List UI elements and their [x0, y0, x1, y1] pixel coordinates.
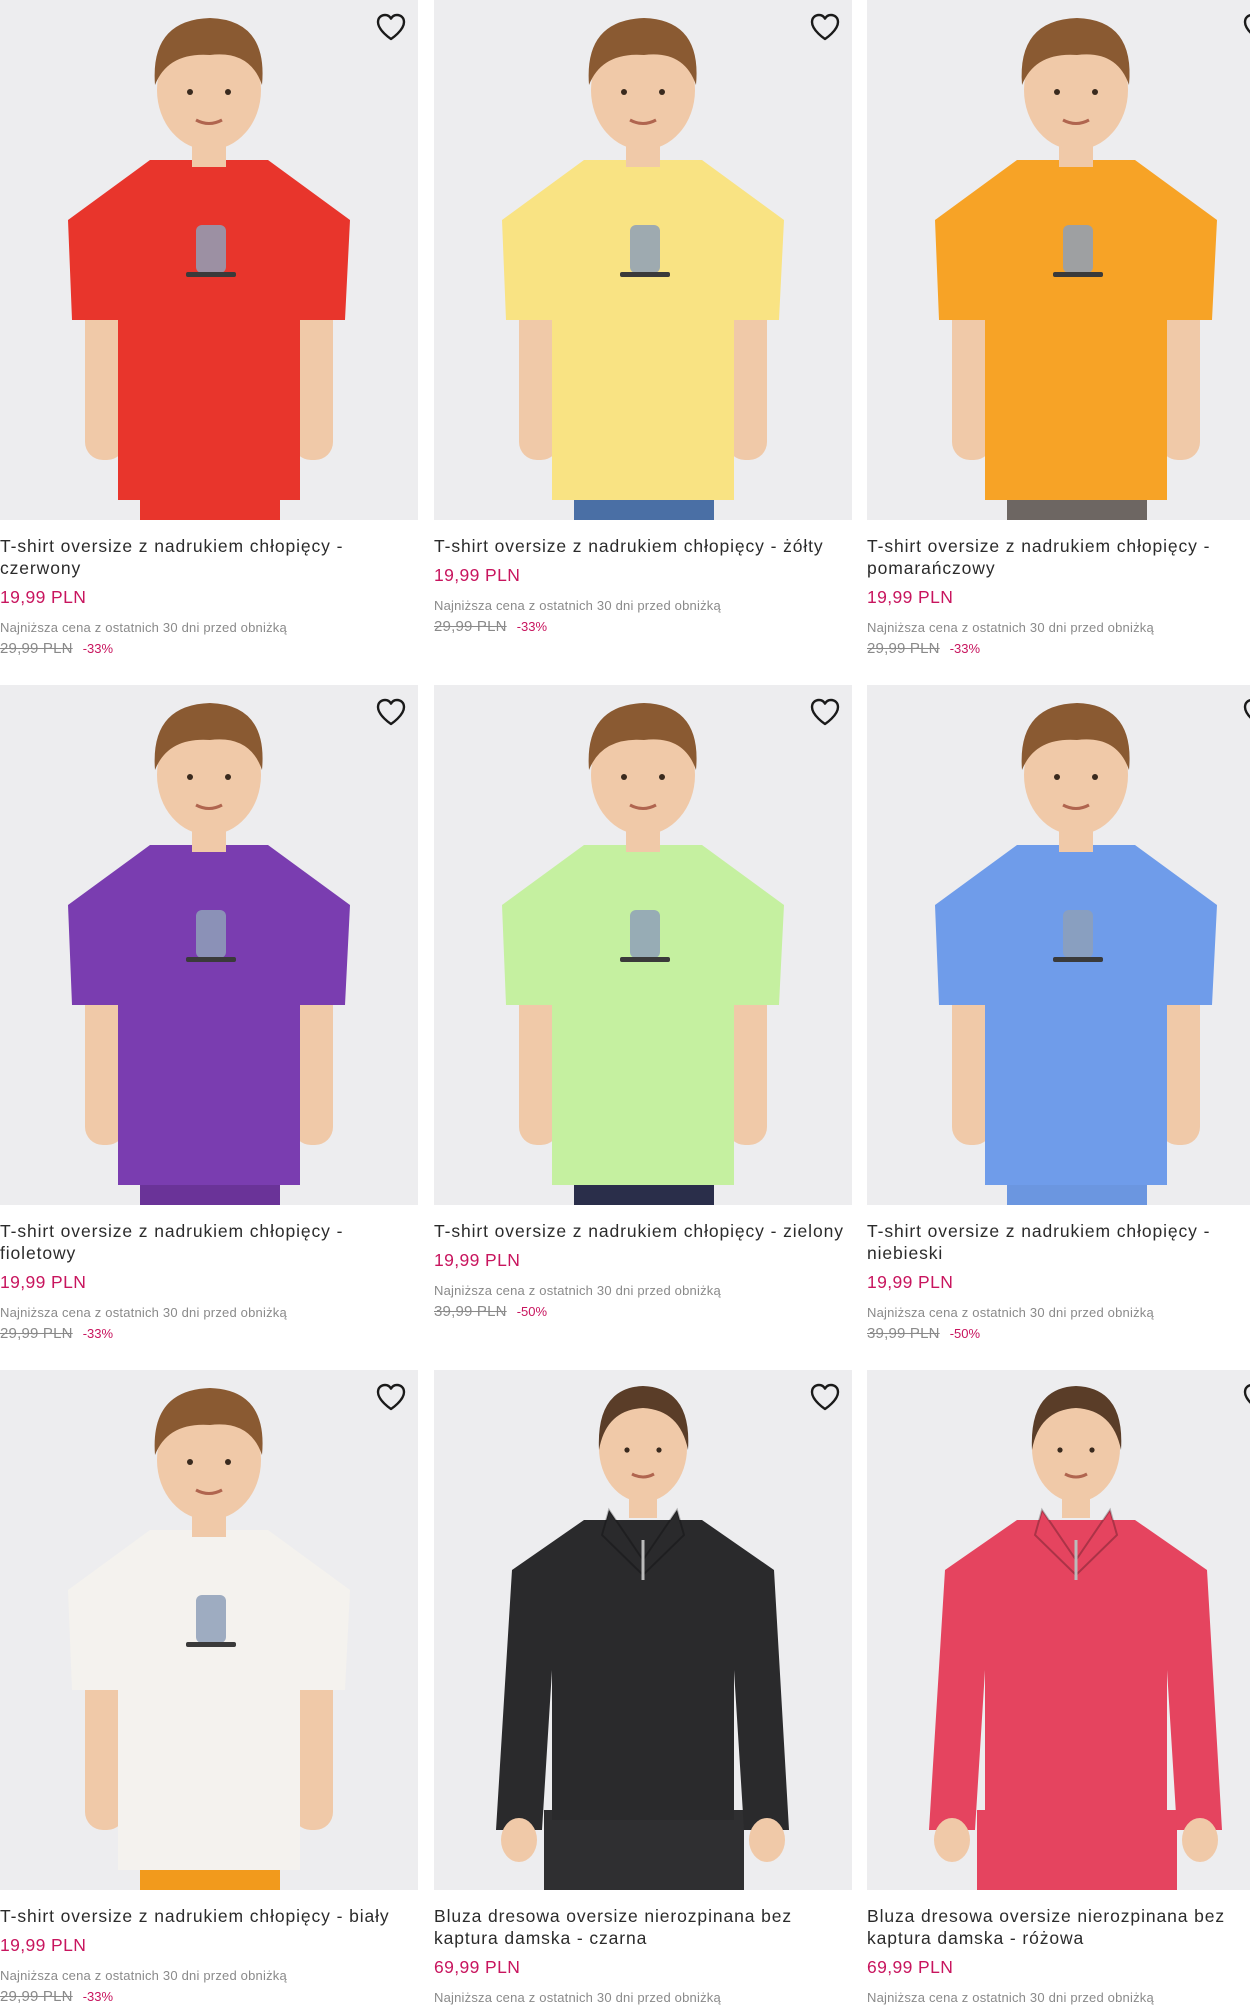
- product-photo: [68, 18, 350, 520]
- product-image[interactable]: [0, 1370, 418, 1890]
- product-image[interactable]: [867, 1370, 1250, 1890]
- product-photo: [496, 1386, 789, 1890]
- old-price: 29,99 PLN: [867, 640, 940, 657]
- heart-outline-icon[interactable]: [374, 695, 408, 729]
- product-photo: [68, 703, 350, 1205]
- product-photo: [935, 18, 1217, 520]
- lowest-price-label: Najniższa cena z ostatnich 30 dni przed …: [0, 1305, 287, 1320]
- old-price: 39,99 PLN: [434, 1303, 507, 1320]
- heart-outline-icon[interactable]: [808, 10, 842, 44]
- product-photo: [502, 703, 784, 1205]
- old-price-row: 29,99 PLN -33%: [0, 1325, 113, 1342]
- product-photo: [502, 18, 784, 520]
- lowest-price-label: Najniższa cena z ostatnich 30 dni przed …: [867, 1305, 1154, 1320]
- product-photo: [929, 1386, 1222, 1890]
- product-price: 19,99 PLN: [867, 587, 954, 607]
- heart-outline-icon[interactable]: [374, 1380, 408, 1414]
- discount-badge: -33%: [82, 1326, 114, 1341]
- heart-outline-icon[interactable]: [1241, 10, 1250, 44]
- product-price: 19,99 PLN: [0, 1272, 87, 1292]
- lowest-price-label: Najniższa cena z ostatnich 30 dni przed …: [434, 1283, 721, 1298]
- discount-badge: -33%: [82, 641, 114, 656]
- product-image[interactable]: [434, 1370, 852, 1890]
- heart-outline-icon[interactable]: [1241, 695, 1250, 729]
- product-title[interactable]: T-shirt oversize z nadrukiem chłopięcy -…: [867, 535, 1250, 579]
- product-price: 69,99 PLN: [434, 1957, 521, 1977]
- product-image[interactable]: [434, 0, 852, 520]
- old-price-row: 39,99 PLN -50%: [867, 1325, 980, 1342]
- discount-badge: -50%: [949, 1326, 981, 1341]
- product-title[interactable]: T-shirt oversize z nadrukiem chłopięcy -…: [0, 1905, 410, 1927]
- heart-outline-icon[interactable]: [374, 10, 408, 44]
- lowest-price-label: Najniższa cena z ostatnich 30 dni przed …: [0, 1968, 287, 1983]
- heart-outline-icon[interactable]: [808, 1380, 842, 1414]
- old-price: 29,99 PLN: [0, 1325, 73, 1342]
- lowest-price-label: Najniższa cena z ostatnich 30 dni przed …: [867, 1990, 1154, 2005]
- discount-badge: -33%: [516, 619, 548, 634]
- old-price-row: 29,99 PLN -33%: [0, 640, 113, 657]
- product-title[interactable]: T-shirt oversize z nadrukiem chłopięcy -…: [434, 535, 844, 557]
- product-price: 19,99 PLN: [867, 1272, 954, 1292]
- product-image[interactable]: [0, 685, 418, 1205]
- old-price-row: 29,99 PLN -33%: [0, 1988, 113, 2005]
- product-price: 19,99 PLN: [0, 1935, 87, 1955]
- product-image[interactable]: [867, 685, 1250, 1205]
- heart-outline-icon[interactable]: [1241, 1380, 1250, 1414]
- product-title[interactable]: Bluza dresowa oversize nierozpinana bez …: [434, 1905, 844, 1949]
- old-price: 29,99 PLN: [0, 640, 73, 657]
- product-title[interactable]: Bluza dresowa oversize nierozpinana bez …: [867, 1905, 1250, 1949]
- product-title[interactable]: T-shirt oversize z nadrukiem chłopięcy -…: [434, 1220, 844, 1242]
- product-title[interactable]: T-shirt oversize z nadrukiem chłopięcy -…: [867, 1220, 1250, 1264]
- product-photo: [68, 1388, 350, 1890]
- lowest-price-label: Najniższa cena z ostatnich 30 dni przed …: [867, 620, 1154, 635]
- old-price-row: 39,99 PLN -50%: [434, 1303, 547, 1320]
- product-price: 19,99 PLN: [434, 565, 521, 585]
- discount-badge: -33%: [949, 641, 981, 656]
- discount-badge: -50%: [516, 1304, 548, 1319]
- product-image[interactable]: [867, 0, 1250, 520]
- lowest-price-label: Najniższa cena z ostatnich 30 dni przed …: [0, 620, 287, 635]
- old-price-row: 29,99 PLN -33%: [867, 640, 980, 657]
- product-image[interactable]: [0, 0, 418, 520]
- heart-outline-icon[interactable]: [808, 695, 842, 729]
- product-title[interactable]: T-shirt oversize z nadrukiem chłopięcy -…: [0, 535, 410, 579]
- product-price: 69,99 PLN: [867, 1957, 954, 1977]
- old-price: 29,99 PLN: [0, 1988, 73, 2005]
- product-price: 19,99 PLN: [434, 1250, 521, 1270]
- lowest-price-label: Najniższa cena z ostatnich 30 dni przed …: [434, 598, 721, 613]
- product-price: 19,99 PLN: [0, 587, 87, 607]
- product-title[interactable]: T-shirt oversize z nadrukiem chłopięcy -…: [0, 1220, 410, 1264]
- old-price: 29,99 PLN: [434, 618, 507, 635]
- discount-badge: -33%: [82, 1989, 114, 2004]
- lowest-price-label: Najniższa cena z ostatnich 30 dni przed …: [434, 1990, 721, 2005]
- product-photo: [935, 703, 1217, 1205]
- old-price: 39,99 PLN: [867, 1325, 940, 1342]
- product-image[interactable]: [434, 685, 852, 1205]
- old-price-row: 29,99 PLN -33%: [434, 618, 547, 635]
